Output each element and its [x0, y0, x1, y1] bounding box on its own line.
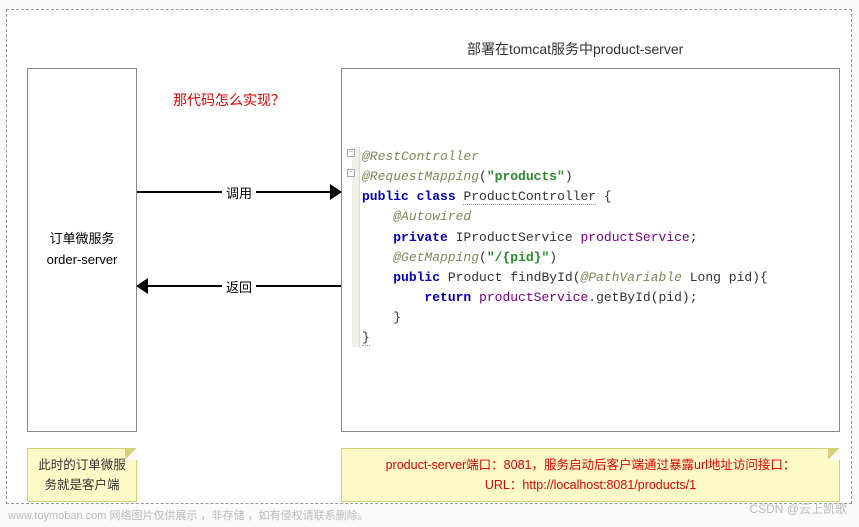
arrow-return: 返回	[137, 276, 341, 296]
method: findById	[510, 270, 572, 285]
product-server-title: 部署在tomcat服务中product-server	[467, 39, 683, 59]
brace: }	[362, 330, 370, 346]
watermark-left: www.toymoban.com 网络图片仅供展示 ，非存储 ，如有侵权请联系删…	[8, 507, 369, 523]
arrow-return-label: 返回	[222, 277, 256, 296]
paren: )	[565, 169, 573, 184]
note-left-line2: 务就是客户端	[34, 475, 130, 495]
string: "/{pid}"	[487, 250, 549, 265]
keyword: public	[393, 270, 440, 285]
note-left-line1: 此时的订单微服	[34, 455, 130, 475]
arrow-call: 调用	[137, 182, 341, 202]
type: IProductService	[456, 230, 573, 245]
keyword: return	[424, 290, 471, 305]
annotation: @RequestMapping	[362, 169, 479, 184]
class-name: ProductController	[463, 189, 596, 205]
keyword: public	[362, 189, 409, 204]
fold-icon: −	[347, 169, 355, 177]
brace: {	[596, 189, 612, 204]
code-gutter	[352, 147, 360, 347]
paren: (	[479, 169, 487, 184]
diagram-container: 订单微服务 order-server 那代码怎么实现？ 调用 返回 部署在tom…	[6, 9, 852, 504]
product-server-box: − − @RestController @RequestMapping("pro…	[341, 68, 840, 432]
annotation: @PathVariable	[581, 270, 682, 285]
paren: ){	[752, 270, 768, 285]
variable: productService	[580, 230, 689, 245]
paren: (	[573, 270, 581, 285]
keyword: class	[417, 189, 456, 204]
annotation: @GetMapping	[393, 250, 479, 265]
type: Product	[448, 270, 503, 285]
note-left: 此时的订单微服 务就是客户端	[27, 448, 137, 502]
question-text: 那代码怎么实现？	[173, 90, 285, 110]
order-server-box: 订单微服务 order-server	[27, 68, 137, 432]
note-right-line1: product-server端口：8081，服务启动后客户端通过暴露url地址访…	[348, 455, 833, 475]
annotation: @RestController	[362, 149, 479, 164]
order-server-label-cn: 订单微服务	[49, 229, 114, 250]
brace: }	[362, 310, 401, 325]
order-server-label-en: order-server	[47, 250, 118, 271]
semi: ;	[690, 230, 698, 245]
string: "products"	[487, 169, 565, 184]
paren: )	[549, 250, 557, 265]
fold-icon: −	[347, 149, 355, 157]
variable: productService	[479, 290, 588, 305]
args: (pid);	[651, 290, 698, 305]
keyword: private	[393, 230, 448, 245]
method-call: getById	[596, 290, 651, 305]
dot: .	[588, 290, 596, 305]
paren: (	[479, 250, 487, 265]
note-right-line2: URL：http://localhost:8081/products/1	[348, 475, 833, 495]
type: Long	[690, 270, 721, 285]
arrow-call-label: 调用	[222, 183, 256, 202]
arrow-head-left-icon	[136, 278, 148, 294]
code-block: @RestController @RequestMapping("product…	[362, 147, 768, 348]
param: pid	[729, 270, 752, 285]
watermark-right: CSDN @云上凯歌	[749, 500, 847, 517]
annotation: @Autowired	[393, 209, 471, 224]
note-right: product-server端口：8081，服务启动后客户端通过暴露url地址访…	[341, 448, 840, 502]
